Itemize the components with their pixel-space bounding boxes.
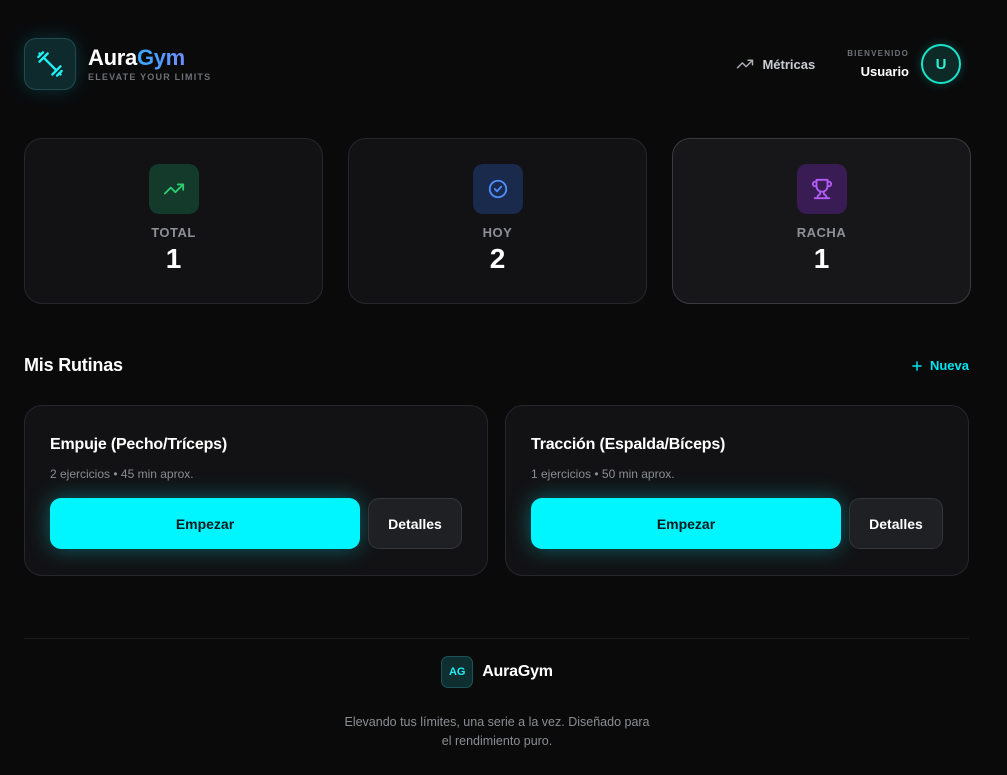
brand-name: AuraGym <box>88 44 211 70</box>
start-button[interactable]: Empezar <box>531 498 841 549</box>
metrics-link[interactable]: Métricas <box>736 55 815 73</box>
stat-label: RACHA <box>796 225 847 240</box>
section-title: Mis Rutinas <box>24 355 123 375</box>
trending-up-icon <box>737 59 754 69</box>
new-routine-label: Nueva <box>929 358 969 373</box>
routine-meta: 1 ejercicios • 50 min aprox. <box>531 467 675 481</box>
start-button[interactable]: Empezar <box>50 498 360 549</box>
trophy-icon <box>796 164 847 214</box>
footer-logo-badge: AG <box>441 656 474 688</box>
trending-up-icon <box>148 164 199 214</box>
user-block[interactable]: BIENVENIDO Usuario U <box>847 44 961 84</box>
details-button[interactable]: Detalles <box>849 498 943 549</box>
details-button[interactable]: Detalles <box>368 498 462 549</box>
stat-value: 2 <box>489 243 506 274</box>
dumbbell-icon <box>24 38 76 90</box>
stat-label: TOTAL <box>151 225 196 240</box>
stat-card-racha: RACHA 1 <box>672 138 971 304</box>
brand[interactable]: AuraGym ELEVATE YOUR LIMITS <box>24 38 211 90</box>
footer-brand: AG AuraGym <box>0 656 994 688</box>
brand-tagline: ELEVATE YOUR LIMITS <box>88 71 212 82</box>
stats-row: TOTAL 1 HOY 2 RACHA 1 <box>24 138 971 304</box>
stat-card-hoy: HOY 2 <box>348 138 647 304</box>
new-routine-button[interactable]: Nueva <box>910 358 969 373</box>
footer-divider <box>24 638 969 639</box>
routines-section-header: Mis Rutinas Nueva <box>24 355 969 376</box>
routines-list: Empuje (Pecho/Tríceps) 2 ejercicios • 45… <box>24 405 969 576</box>
user-text: BIENVENIDO Usuario <box>847 49 909 79</box>
routine-card-traccion: Tracción (Espalda/Bíceps) 1 ejercicios •… <box>505 405 969 576</box>
stat-label: HOY <box>482 225 513 240</box>
brand-name-accent: Gym <box>136 44 185 70</box>
routine-actions: Empezar Detalles <box>50 498 462 549</box>
metrics-label: Métricas <box>762 56 816 72</box>
footer-description: Elevando tus límites, una serie a la vez… <box>344 715 650 748</box>
footer-brand-name: AuraGym <box>482 663 553 680</box>
routine-title: Tracción (Espalda/Bíceps) <box>531 436 726 453</box>
header-right: Métricas BIENVENIDO Usuario U <box>736 44 961 84</box>
app-page: AuraGym ELEVATE YOUR LIMITS Métricas BIE… <box>0 0 1007 775</box>
avatar[interactable]: U <box>921 44 961 84</box>
top-header: AuraGym ELEVATE YOUR LIMITS Métricas BIE… <box>24 37 961 91</box>
brand-name-main: Aura <box>88 44 137 70</box>
plus-icon <box>912 360 922 371</box>
routine-meta: 2 ejercicios • 45 min aprox. <box>50 467 194 481</box>
stat-value: 1 <box>813 243 830 274</box>
stat-value: 1 <box>165 243 182 274</box>
check-circle-icon <box>472 164 523 214</box>
brand-text: AuraGym ELEVATE YOUR LIMITS <box>88 44 212 82</box>
username: Usuario <box>860 64 909 79</box>
routine-card-empuje: Empuje (Pecho/Tríceps) 2 ejercicios • 45… <box>24 405 488 576</box>
stat-card-total: TOTAL 1 <box>24 138 323 304</box>
routine-title: Empuje (Pecho/Tríceps) <box>50 436 227 453</box>
routine-actions: Empezar Detalles <box>531 498 943 549</box>
welcome-label: BIENVENIDO <box>847 49 909 58</box>
